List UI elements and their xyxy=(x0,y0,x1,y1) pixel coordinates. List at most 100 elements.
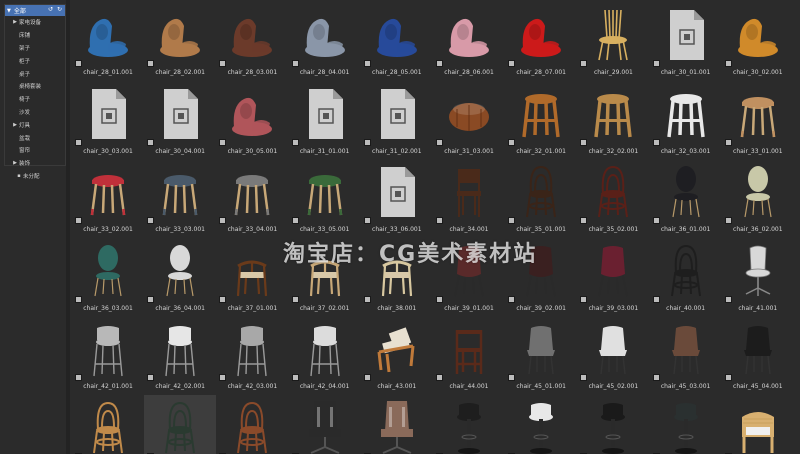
asset-checkbox[interactable] xyxy=(363,138,371,146)
asset-checkbox[interactable] xyxy=(652,60,660,67)
asset-tile[interactable]: chair_30_02.001 xyxy=(722,2,794,80)
asset-tile[interactable] xyxy=(289,395,361,454)
asset-checkbox[interactable] xyxy=(147,374,155,382)
asset-checkbox[interactable] xyxy=(652,217,660,225)
expand-right-icon[interactable]: ▶ xyxy=(11,160,19,166)
asset-checkbox[interactable] xyxy=(75,217,82,225)
asset-tile[interactable]: chair_31_01.001 xyxy=(289,81,361,159)
asset-tile[interactable]: chair_38.001 xyxy=(361,238,433,316)
asset-checkbox[interactable] xyxy=(291,374,299,382)
asset-tile[interactable] xyxy=(505,395,577,454)
asset-tile[interactable]: chair_32_03.001 xyxy=(650,81,722,159)
asset-tile[interactable]: chair_42_02.001 xyxy=(144,316,216,394)
asset-tile[interactable]: chair_30_04.001 xyxy=(144,81,216,159)
asset-tile[interactable]: chair_33_03.001 xyxy=(144,159,216,237)
asset-checkbox[interactable] xyxy=(580,295,588,303)
asset-checkbox[interactable] xyxy=(508,295,516,303)
asset-tile[interactable]: chair_35_01.001 xyxy=(505,159,577,237)
tree-item[interactable]: 架子 xyxy=(5,42,65,55)
asset-tile[interactable]: chair_43.001 xyxy=(361,316,433,394)
asset-tile[interactable]: chair_45_01.001 xyxy=(505,316,577,394)
asset-tile[interactable]: chair_30_03.001 xyxy=(72,81,144,159)
asset-checkbox[interactable] xyxy=(75,374,82,382)
asset-tile[interactable]: chair_41.001 xyxy=(722,238,794,316)
asset-checkbox[interactable] xyxy=(580,60,588,67)
asset-tile[interactable] xyxy=(216,395,288,454)
asset-tile[interactable]: chair_28_05.001 xyxy=(361,2,433,80)
asset-tile[interactable] xyxy=(650,395,722,454)
refresh-icon[interactable]: ↺ ↻ xyxy=(48,6,63,13)
asset-checkbox[interactable] xyxy=(436,138,443,146)
asset-tile[interactable]: chair_36_02.001 xyxy=(722,159,794,237)
asset-checkbox[interactable] xyxy=(580,374,588,382)
tree-item[interactable]: ▶ 家电设备 xyxy=(5,16,65,29)
asset-tile[interactable]: chair_28_02.001 xyxy=(144,2,216,80)
asset-tile[interactable]: chair_40.001 xyxy=(650,238,722,316)
tree-item[interactable]: 桌子 xyxy=(5,67,65,80)
asset-checkbox[interactable] xyxy=(219,295,227,303)
asset-tile[interactable]: chair_45_03.001 xyxy=(650,316,722,394)
asset-checkbox[interactable] xyxy=(219,60,227,67)
tree-item[interactable]: ▶ 装饰 xyxy=(5,157,65,170)
asset-checkbox[interactable] xyxy=(363,295,371,303)
asset-tile[interactable] xyxy=(433,395,505,454)
asset-checkbox[interactable] xyxy=(363,60,371,67)
asset-checkbox[interactable] xyxy=(291,60,299,67)
asset-tile[interactable]: chair_37_01.001 xyxy=(216,238,288,316)
asset-checkbox[interactable] xyxy=(508,374,516,382)
asset-tile[interactable]: chair_33_04.001 xyxy=(216,159,288,237)
asset-checkbox[interactable] xyxy=(75,60,82,67)
asset-tile[interactable]: chair_37_02.001 xyxy=(289,238,361,316)
asset-tile[interactable]: chair_32_02.001 xyxy=(577,81,649,159)
asset-tile[interactable]: chair_33_05.001 xyxy=(289,159,361,237)
asset-tile[interactable] xyxy=(361,395,433,454)
asset-checkbox[interactable] xyxy=(724,60,732,67)
tree-item[interactable]: 窗帘 xyxy=(5,144,65,157)
asset-tile[interactable]: chair_28_07.001 xyxy=(505,2,577,80)
asset-tile[interactable]: chair_31_02.001 xyxy=(361,81,433,159)
asset-tile[interactable]: chair_39_03.001 xyxy=(577,238,649,316)
asset-tile[interactable]: chair_29.001 xyxy=(577,2,649,80)
asset-checkbox[interactable] xyxy=(75,138,82,146)
asset-checkbox[interactable] xyxy=(147,295,155,303)
asset-checkbox[interactable] xyxy=(147,138,155,146)
asset-checkbox[interactable] xyxy=(652,295,660,303)
asset-tile[interactable]: chair_44.001 xyxy=(433,316,505,394)
asset-tile[interactable]: chair_30_01.001 xyxy=(650,2,722,80)
asset-tile[interactable]: chair_30_05.001 xyxy=(216,81,288,159)
asset-checkbox[interactable] xyxy=(508,138,516,146)
asset-checkbox[interactable] xyxy=(291,217,299,225)
asset-tile[interactable]: chair_39_01.001 xyxy=(433,238,505,316)
expand-right-icon[interactable]: ▶ xyxy=(11,19,19,25)
asset-checkbox[interactable] xyxy=(436,374,443,382)
asset-checkbox[interactable] xyxy=(147,217,155,225)
asset-checkbox[interactable] xyxy=(508,60,516,67)
asset-checkbox[interactable] xyxy=(219,138,227,146)
asset-checkbox[interactable] xyxy=(652,138,660,146)
asset-checkbox[interactable] xyxy=(436,295,443,303)
asset-tile[interactable]: chair_35_02.001 xyxy=(577,159,649,237)
asset-checkbox[interactable] xyxy=(363,217,371,225)
asset-checkbox[interactable] xyxy=(436,60,443,67)
asset-tile[interactable]: chair_28_04.001 xyxy=(289,2,361,80)
asset-tile[interactable]: chair_33_06.001 xyxy=(361,159,433,237)
asset-checkbox[interactable] xyxy=(580,217,588,225)
asset-tile[interactable]: chair_36_04.001 xyxy=(144,238,216,316)
tree-item[interactable]: 盆栽 xyxy=(5,131,65,144)
tree-item[interactable]: 桌椅套装 xyxy=(5,80,65,93)
asset-checkbox[interactable] xyxy=(652,374,660,382)
asset-checkbox[interactable] xyxy=(724,374,732,382)
tree-item[interactable]: 柜子 xyxy=(5,54,65,67)
tree-item[interactable]: ▶ 灯具 xyxy=(5,118,65,131)
asset-checkbox[interactable] xyxy=(291,138,299,146)
asset-tile[interactable]: chair_42_03.001 xyxy=(216,316,288,394)
asset-tile[interactable]: chair_28_01.001 xyxy=(72,2,144,80)
asset-checkbox[interactable] xyxy=(219,217,227,225)
asset-tile[interactable]: chair_45_02.001 xyxy=(577,316,649,394)
asset-tile[interactable] xyxy=(72,395,144,454)
asset-tile[interactable]: chair_33_01.001 xyxy=(722,81,794,159)
asset-tile[interactable]: chair_42_04.001 xyxy=(289,316,361,394)
asset-tile[interactable]: chair_28_06.001 xyxy=(433,2,505,80)
asset-tile[interactable]: chair_45_04.001 xyxy=(722,316,794,394)
asset-checkbox[interactable] xyxy=(436,217,443,225)
